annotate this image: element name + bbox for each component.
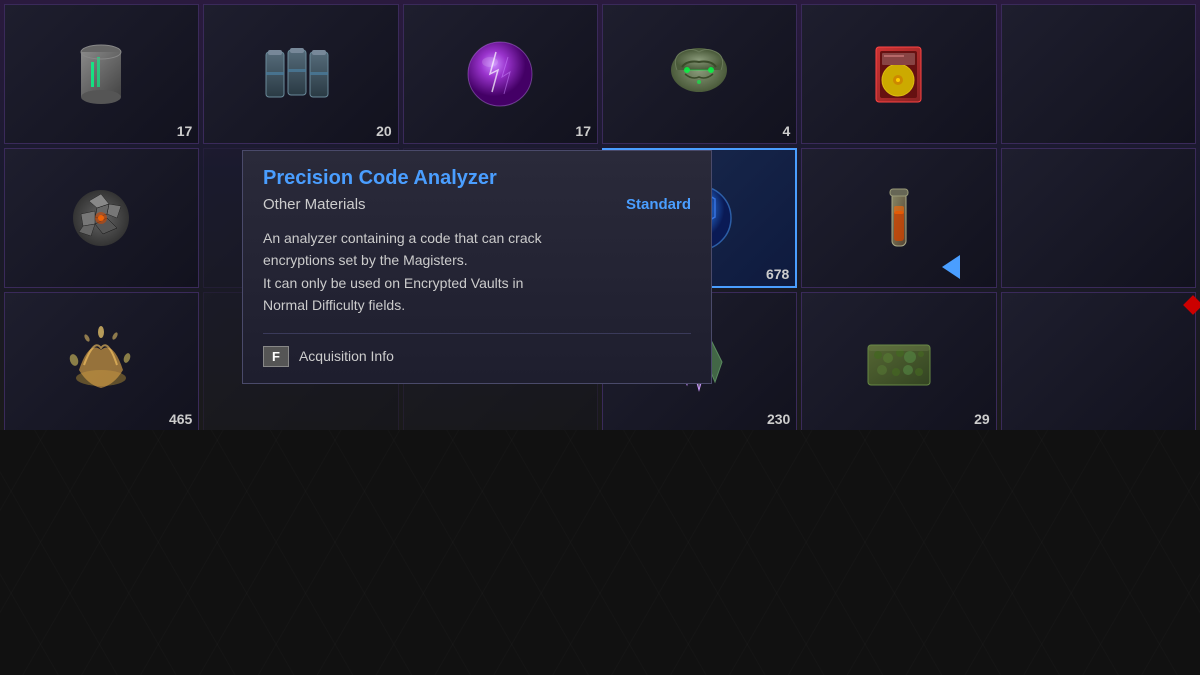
cell-9-count: 678 — [766, 266, 789, 282]
tooltip-footer: F Acquisition Info — [263, 333, 691, 367]
bottom-panel — [0, 430, 1200, 675]
cell-16-count: 29 — [974, 411, 990, 427]
grid-cell-4[interactable] — [801, 4, 996, 144]
grid-cell-17[interactable] — [1001, 292, 1196, 432]
grid-cell-12[interactable]: 465 — [4, 292, 199, 432]
item-tooltip: Precision Code Analyzer Other Materials … — [242, 150, 712, 384]
cell-1-count: 20 — [376, 123, 392, 139]
acquisition-info-label: Acquisition Info — [299, 348, 394, 364]
grid-cell-16[interactable]: 29 — [801, 292, 996, 432]
cell-12-count: 465 — [169, 411, 192, 427]
grid-cell-5[interactable] — [1001, 4, 1196, 144]
grid-cell-6[interactable] — [4, 148, 199, 288]
grid-cell-3[interactable]: 4 — [602, 4, 797, 144]
grid-cell-0[interactable]: 17 — [4, 4, 199, 144]
grid-cell-11[interactable] — [1001, 148, 1196, 288]
cell-15-count: 230 — [767, 411, 790, 427]
grid-cell-10[interactable] — [801, 148, 996, 288]
grid-cell-1[interactable]: 20 — [203, 4, 398, 144]
cell-0-count: 17 — [177, 123, 193, 139]
tooltip-rarity: Standard — [626, 196, 691, 213]
cell-2-count: 17 — [575, 123, 591, 139]
tooltip-description: An analyzer containing a code that can c… — [263, 227, 691, 317]
action-key[interactable]: F — [263, 346, 289, 367]
inventory-area: 17 — [0, 0, 1200, 430]
selection-cursor — [942, 255, 960, 279]
grid-cell-2[interactable]: 17 — [403, 4, 598, 144]
cell-3-count: 4 — [783, 123, 791, 139]
tooltip-category: Other Materials — [263, 196, 366, 213]
tooltip-title: Precision Code Analyzer — [263, 167, 691, 190]
